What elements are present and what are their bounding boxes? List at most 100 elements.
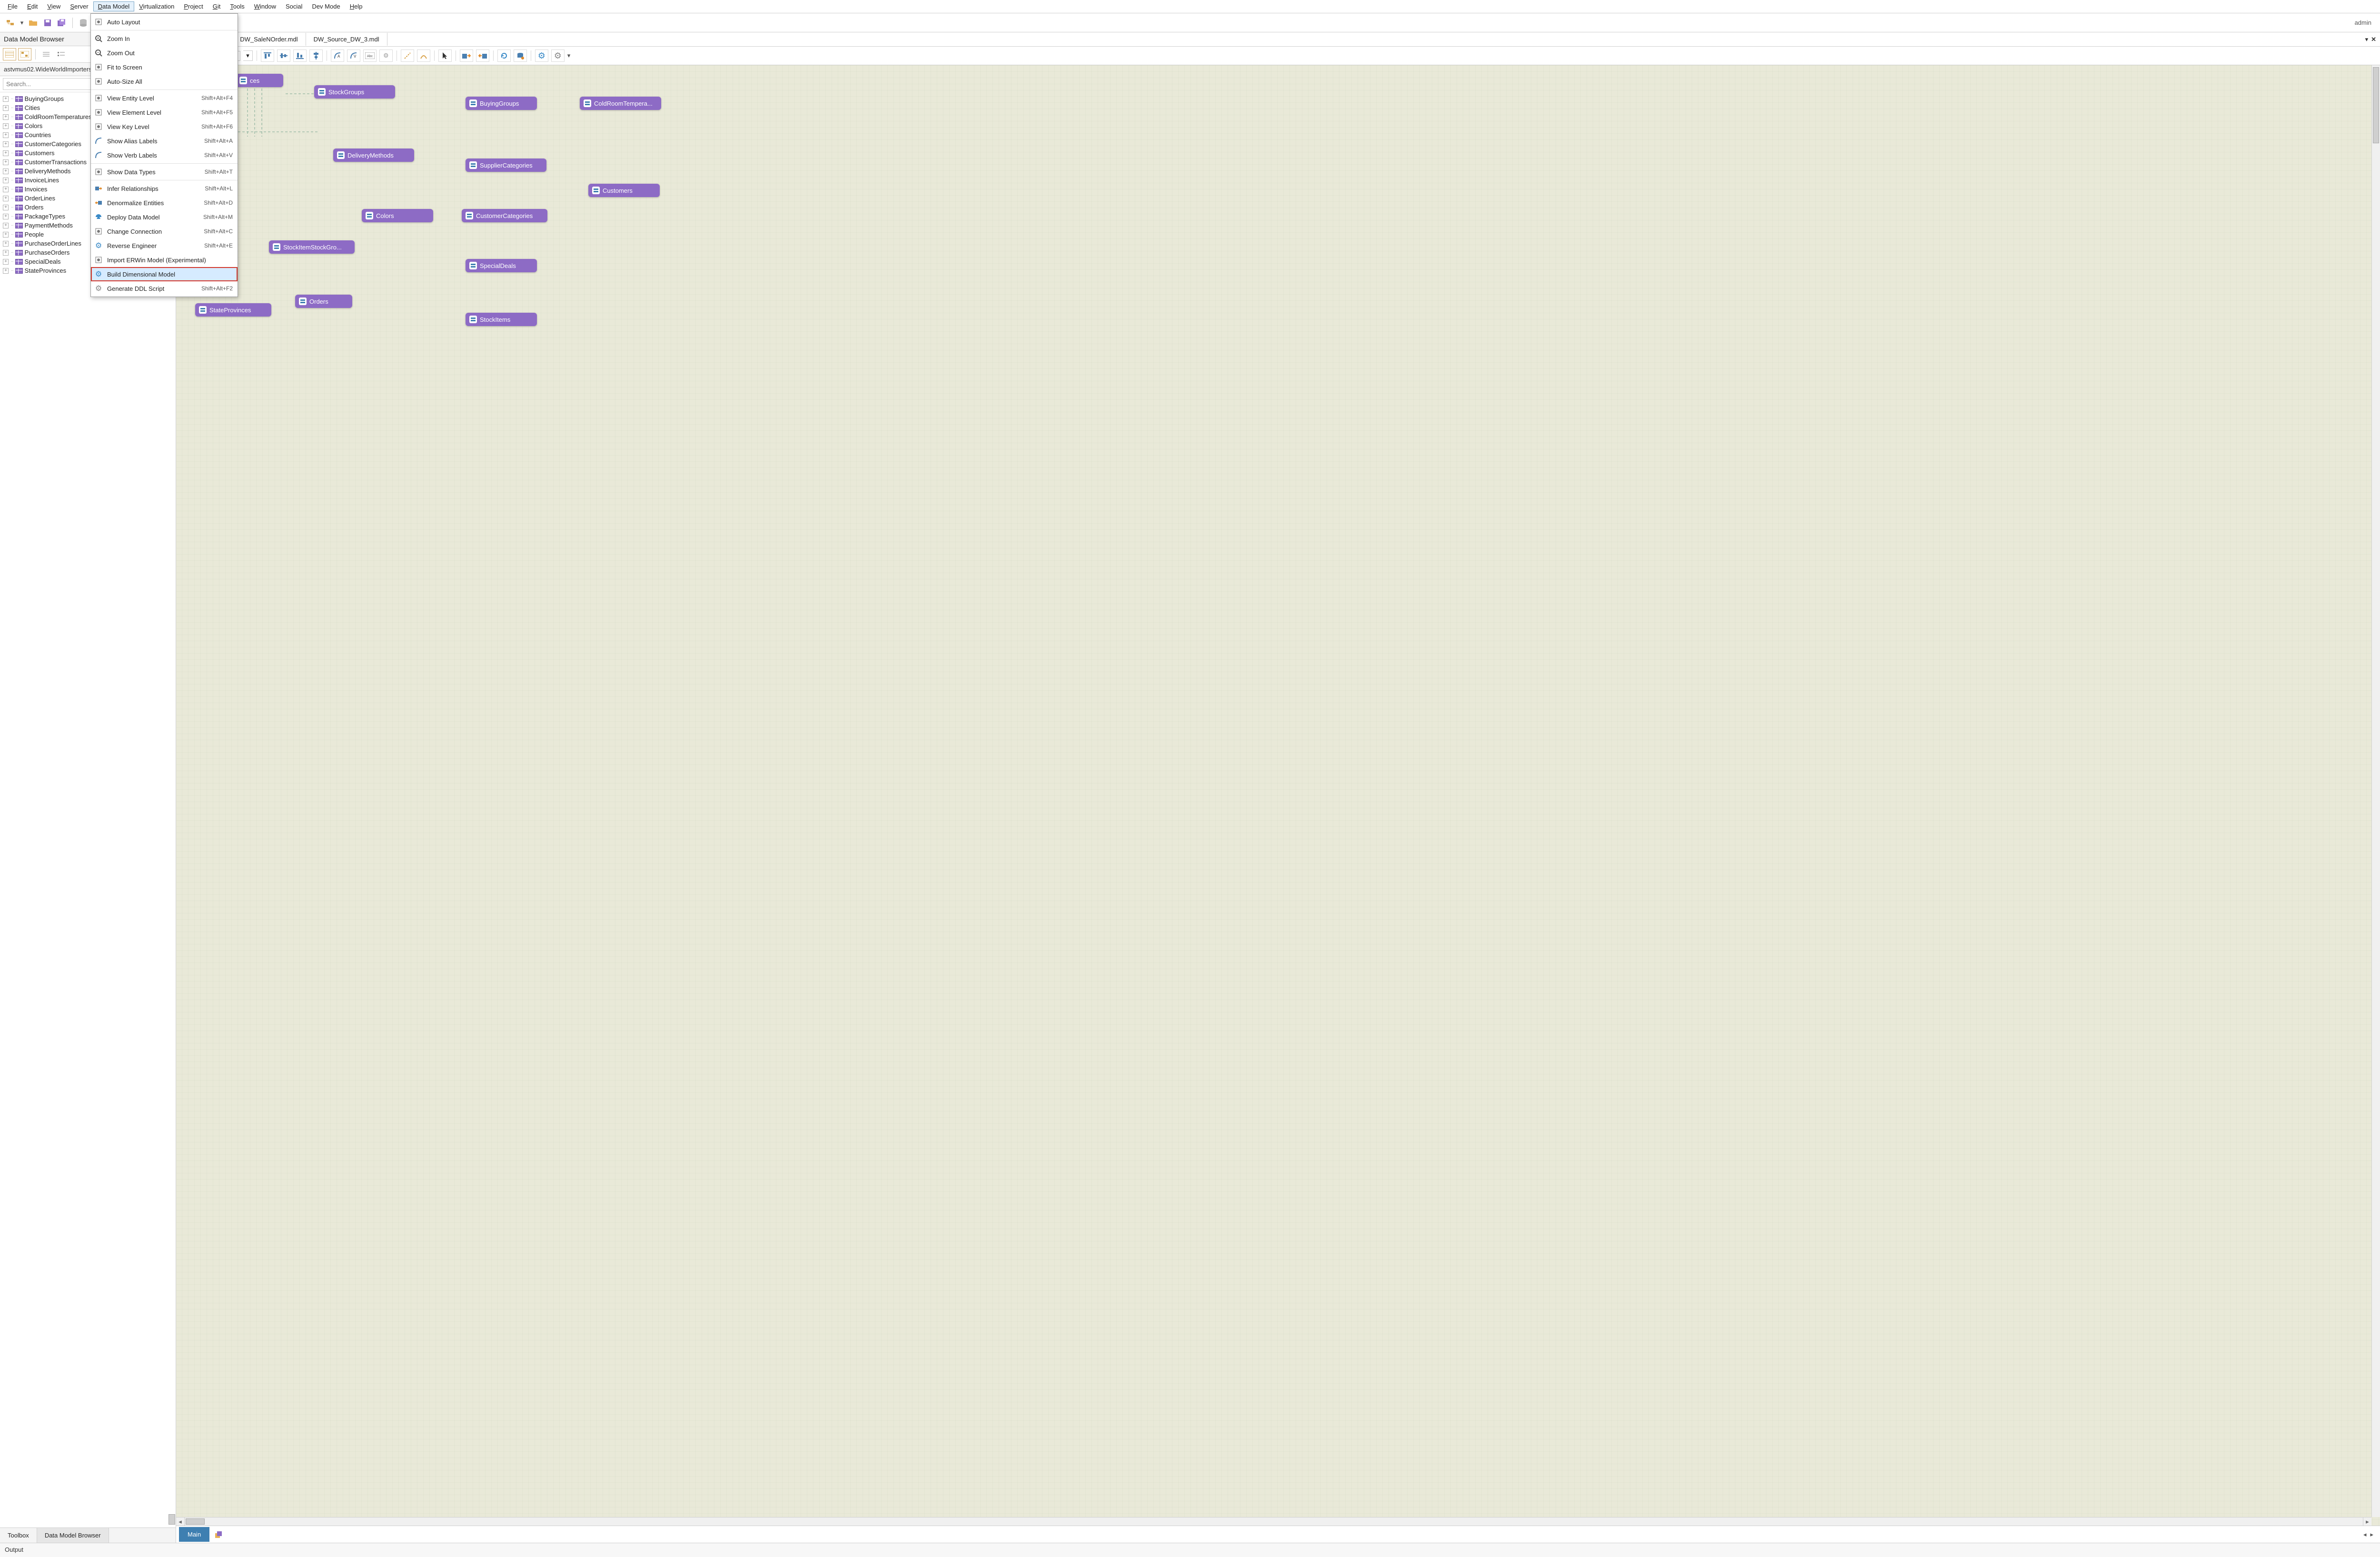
expand-icon[interactable]: + bbox=[3, 169, 9, 174]
expand-icon[interactable]: + bbox=[3, 114, 9, 120]
refresh-icon[interactable] bbox=[497, 50, 511, 62]
align-center-icon[interactable] bbox=[309, 50, 323, 62]
entity-orders[interactable]: Orders bbox=[295, 295, 352, 308]
entity-specialdeals[interactable]: SpecialDeals bbox=[466, 259, 537, 272]
menu-virtualization[interactable]: Virtualization bbox=[134, 1, 179, 11]
scrollbar-thumb[interactable] bbox=[186, 1518, 205, 1525]
list-icon-2[interactable] bbox=[55, 48, 68, 60]
minimize-tab-icon[interactable]: ▾ bbox=[2365, 36, 2369, 43]
expand-icon[interactable]: + bbox=[3, 232, 9, 238]
menu-file[interactable]: File bbox=[3, 1, 22, 11]
save-icon[interactable] bbox=[42, 17, 53, 29]
align-middle-icon[interactable] bbox=[277, 50, 290, 62]
side-tab-data-model-browser[interactable]: Data Model Browser bbox=[37, 1528, 109, 1543]
menu-item-import-erwin-model-experimental-[interactable]: Import ERWin Model (Experimental) bbox=[91, 253, 238, 267]
entity-customers[interactable]: Customers bbox=[588, 184, 660, 197]
expand-icon[interactable]: + bbox=[3, 96, 9, 102]
entity-ces[interactable]: ces bbox=[236, 74, 283, 87]
menu-item-zoom-in[interactable]: Zoom In bbox=[91, 31, 238, 46]
entity-buyinggroups[interactable]: BuyingGroups bbox=[466, 97, 537, 110]
db-icon[interactable] bbox=[78, 17, 89, 29]
expand-icon[interactable]: + bbox=[3, 223, 9, 228]
close-tab-icon[interactable]: ✕ bbox=[2371, 36, 2376, 43]
entity-stockitems[interactable]: StockItems bbox=[466, 313, 537, 326]
export-entity-icon[interactable] bbox=[476, 50, 489, 62]
menu-tools[interactable]: Tools bbox=[225, 1, 249, 11]
connector-a-icon[interactable]: A bbox=[331, 50, 344, 62]
expand-icon[interactable]: + bbox=[3, 205, 9, 210]
gear-dropdown-icon[interactable]: ▾ bbox=[567, 52, 571, 60]
list-icon-1[interactable] bbox=[40, 48, 53, 60]
menu-item-generate-ddl-script[interactable]: ⚙Generate DDL ScriptShift+Alt+F2 bbox=[91, 281, 238, 296]
expand-icon[interactable]: + bbox=[3, 141, 9, 147]
menu-item-fit-to-screen[interactable]: Fit to Screen bbox=[91, 60, 238, 74]
line-tool-icon[interactable] bbox=[401, 50, 414, 62]
menu-item-auto-layout[interactable]: Auto Layout bbox=[91, 15, 238, 29]
new-diagram-icon[interactable] bbox=[5, 17, 16, 29]
pointer-icon[interactable] bbox=[438, 50, 452, 62]
dropdown-arrow-icon[interactable]: ▾ bbox=[19, 17, 25, 29]
menu-dev-mode[interactable]: Dev Mode bbox=[307, 1, 345, 11]
expand-icon[interactable]: + bbox=[3, 132, 9, 138]
menu-item-infer-relationships[interactable]: Infer RelationshipsShift+Alt+L bbox=[91, 181, 238, 196]
menu-window[interactable]: Window bbox=[249, 1, 281, 11]
expand-icon[interactable]: + bbox=[3, 214, 9, 219]
scrollbar-thumb[interactable] bbox=[2373, 67, 2379, 143]
import-entity-icon[interactable] bbox=[460, 50, 473, 62]
expand-icon[interactable]: + bbox=[3, 187, 9, 192]
expand-icon[interactable]: + bbox=[3, 250, 9, 256]
align-top-icon[interactable] bbox=[261, 50, 274, 62]
menu-item-deploy-data-model[interactable]: Deploy Data ModelShift+Alt+M bbox=[91, 210, 238, 224]
entity-suppliercategories[interactable]: SupplierCategories bbox=[466, 159, 546, 172]
menu-item-reverse-engineer[interactable]: ⚙Reverse EngineerShift+Alt+E bbox=[91, 238, 238, 253]
entity-customercategories[interactable]: CustomerCategories bbox=[462, 209, 547, 222]
view-mode-icon-2[interactable] bbox=[18, 48, 31, 60]
curve-tool-icon[interactable] bbox=[417, 50, 430, 62]
scroll-right-icon[interactable]: ▸ bbox=[2363, 1517, 2371, 1526]
menu-item-view-element-level[interactable]: View Element LevelShift+Alt+F5 bbox=[91, 105, 238, 119]
menu-edit[interactable]: Edit bbox=[22, 1, 42, 11]
expand-icon[interactable]: + bbox=[3, 259, 9, 265]
entity-stockitemstockgro-[interactable]: StockItemStockGro... bbox=[269, 240, 355, 254]
entity-stockgroups[interactable]: StockGroups bbox=[314, 85, 395, 99]
menu-git[interactable]: Git bbox=[208, 1, 226, 11]
connector-v-icon[interactable]: V bbox=[347, 50, 360, 62]
menu-item-show-alias-labels[interactable]: Show Alias LabelsShift+Alt+A bbox=[91, 134, 238, 148]
side-tab-toolbox[interactable]: Toolbox bbox=[0, 1528, 37, 1543]
menu-data-model[interactable]: Data Model bbox=[93, 1, 134, 11]
vertical-scrollbar[interactable] bbox=[2371, 65, 2380, 1517]
scrollbar-thumb[interactable] bbox=[169, 1514, 175, 1525]
prev-diagram-icon[interactable]: ◂ bbox=[2363, 1531, 2367, 1538]
expand-icon[interactable]: + bbox=[3, 123, 9, 129]
entity-colors[interactable]: Colors bbox=[362, 209, 433, 222]
menu-item-view-entity-level[interactable]: View Entity LevelShift+Alt+F4 bbox=[91, 91, 238, 105]
menu-server[interactable]: Server bbox=[65, 1, 93, 11]
gear-blue-icon[interactable]: ⚙ bbox=[535, 50, 548, 62]
entity-stateprovinces[interactable]: StateProvinces bbox=[195, 303, 271, 317]
expand-icon[interactable]: + bbox=[3, 268, 9, 274]
diagram-canvas[interactable]: cesStockGroupsBuyingGroupsColdRoomTemper… bbox=[176, 65, 2380, 1526]
db-entity-icon[interactable] bbox=[514, 50, 527, 62]
editor-tab[interactable]: DW_SaleNOrder.mdl bbox=[232, 33, 306, 46]
save-all-icon[interactable] bbox=[56, 17, 68, 29]
expand-icon[interactable]: + bbox=[3, 159, 9, 165]
menu-item-zoom-out[interactable]: Zoom Out bbox=[91, 46, 238, 60]
diagram-tab-main[interactable]: Main bbox=[179, 1527, 209, 1542]
next-diagram-icon[interactable]: ▸ bbox=[2370, 1531, 2373, 1538]
scroll-left-icon[interactable]: ◂ bbox=[176, 1517, 185, 1526]
gear-grey-icon[interactable]: ⚙ bbox=[551, 50, 565, 62]
expand-icon[interactable]: + bbox=[3, 178, 9, 183]
menu-item-show-verb-labels[interactable]: Show Verb LabelsShift+Alt+V bbox=[91, 148, 238, 162]
menu-item-change-connection[interactable]: Change ConnectionShift+Alt+C bbox=[91, 224, 238, 238]
horizontal-scrollbar[interactable]: ◂ ▸ bbox=[176, 1517, 2371, 1526]
expand-icon[interactable]: + bbox=[3, 105, 9, 111]
expand-icon[interactable]: + bbox=[3, 196, 9, 201]
zoom-dropdown-icon[interactable]: ▾ bbox=[243, 50, 253, 61]
expand-icon[interactable]: + bbox=[3, 150, 9, 156]
view-mode-icon-1[interactable] bbox=[3, 48, 16, 60]
menu-item-denormalize-entities[interactable]: Denormalize EntitiesShift+Alt+D bbox=[91, 196, 238, 210]
menu-item-show-data-types[interactable]: Show Data TypesShift+Alt+T bbox=[91, 165, 238, 179]
menu-item-build-dimensional-model[interactable]: ⚙Build Dimensional Model bbox=[91, 267, 238, 281]
align-bottom-icon[interactable] bbox=[293, 50, 307, 62]
editor-tab[interactable]: DW_Source_DW_3.mdl bbox=[306, 33, 387, 46]
